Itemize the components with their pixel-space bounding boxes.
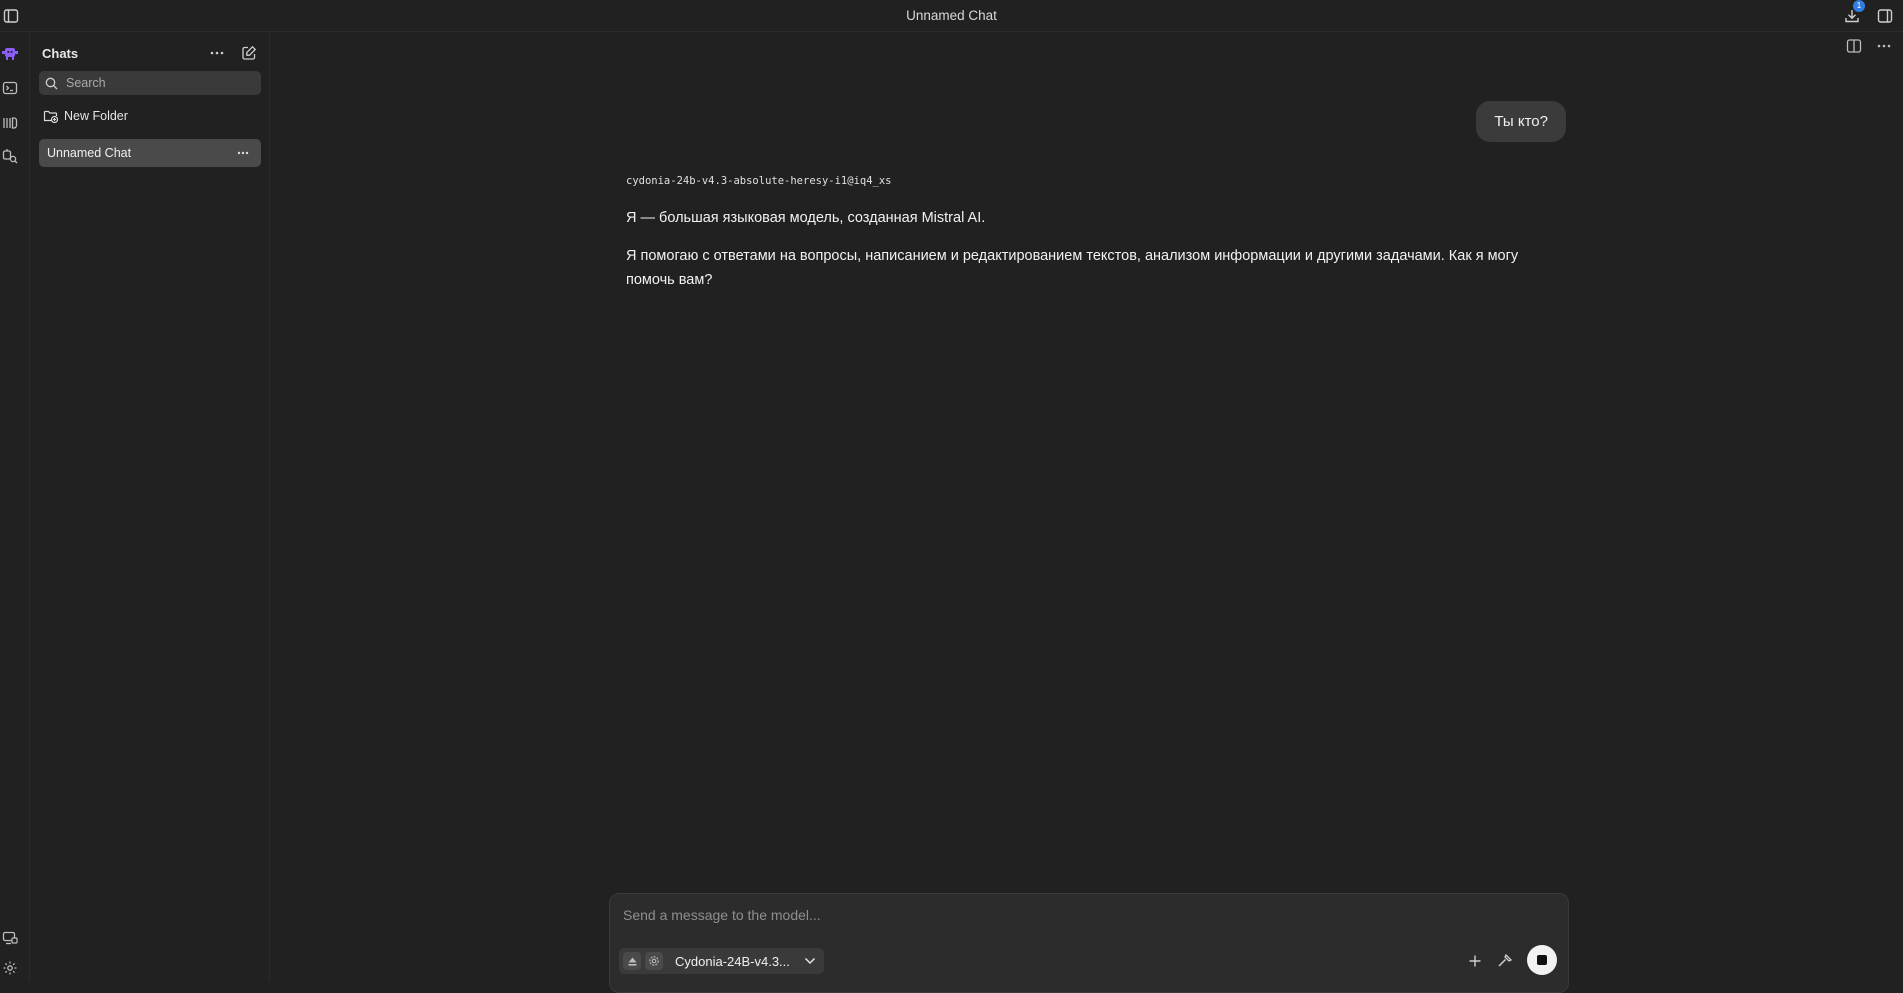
toggle-right-panel-icon[interactable]: [1874, 5, 1896, 27]
nav-rail: [0, 33, 30, 981]
eject-icon[interactable]: [623, 952, 641, 970]
selected-model-label: Cydonia-24B-v4.3...: [675, 953, 790, 969]
chat-more-icon[interactable]: [1874, 36, 1894, 56]
model-settings-icon[interactable]: [645, 952, 663, 970]
chats-sidebar: Chats New Folder Unnamed Chat: [30, 33, 270, 981]
downloads-icon[interactable]: 1: [1841, 0, 1865, 27]
assistant-paragraph: Я — большая языковая модель, созданная M…: [626, 210, 986, 226]
search-icon: [45, 77, 58, 90]
search-box[interactable]: [39, 71, 261, 95]
library-icon[interactable]: [0, 113, 20, 133]
user-message: Ты кто?: [1476, 101, 1566, 142]
window-title: Unnamed Chat: [906, 8, 997, 23]
split-view-icon[interactable]: [1844, 36, 1864, 56]
chat-item-more-icon[interactable]: [233, 143, 253, 163]
new-folder-label: New Folder: [64, 109, 128, 123]
sidebar-title: Chats: [42, 46, 79, 61]
terminal-icon[interactable]: [0, 78, 20, 98]
search-input[interactable]: [64, 75, 248, 91]
settings-icon[interactable]: [0, 958, 20, 978]
chevron-down-icon: [804, 957, 816, 965]
stop-generation-button[interactable]: [1527, 945, 1557, 975]
add-attachment-icon[interactable]: [1465, 951, 1485, 971]
assistant-model-name: cydonia-24b-v4.3-absolute-heresy-i1@iq4_…: [626, 175, 892, 187]
app-logo-icon[interactable]: [0, 43, 20, 63]
chat-list-item[interactable]: Unnamed Chat: [39, 139, 261, 167]
tools-icon[interactable]: [1495, 951, 1515, 971]
chat-area: Ты кто? cydonia-24b-v4.3-absolute-heresy…: [270, 33, 1903, 993]
hardware-icon[interactable]: [0, 928, 20, 948]
sidebar-more-icon[interactable]: [207, 43, 227, 63]
model-search-icon[interactable]: [0, 146, 20, 166]
chat-item-label: Unnamed Chat: [47, 146, 132, 160]
title-bar: Unnamed Chat 1: [0, 0, 1903, 32]
assistant-paragraph: Я помогаю с ответами на вопросы, написан…: [626, 248, 1519, 288]
folder-plus-icon: [43, 109, 58, 123]
message-input[interactable]: [621, 905, 1525, 933]
new-chat-icon[interactable]: [239, 43, 259, 63]
new-folder-button[interactable]: New Folder: [43, 109, 128, 123]
model-selector[interactable]: Cydonia-24B-v4.3...: [619, 948, 824, 974]
assistant-message: Я — большая языковая модель, созданная M…: [626, 206, 1526, 306]
downloads-badge: 1: [1853, 0, 1865, 12]
stop-icon: [1537, 955, 1547, 965]
message-composer: Cydonia-24B-v4.3...: [609, 893, 1569, 993]
